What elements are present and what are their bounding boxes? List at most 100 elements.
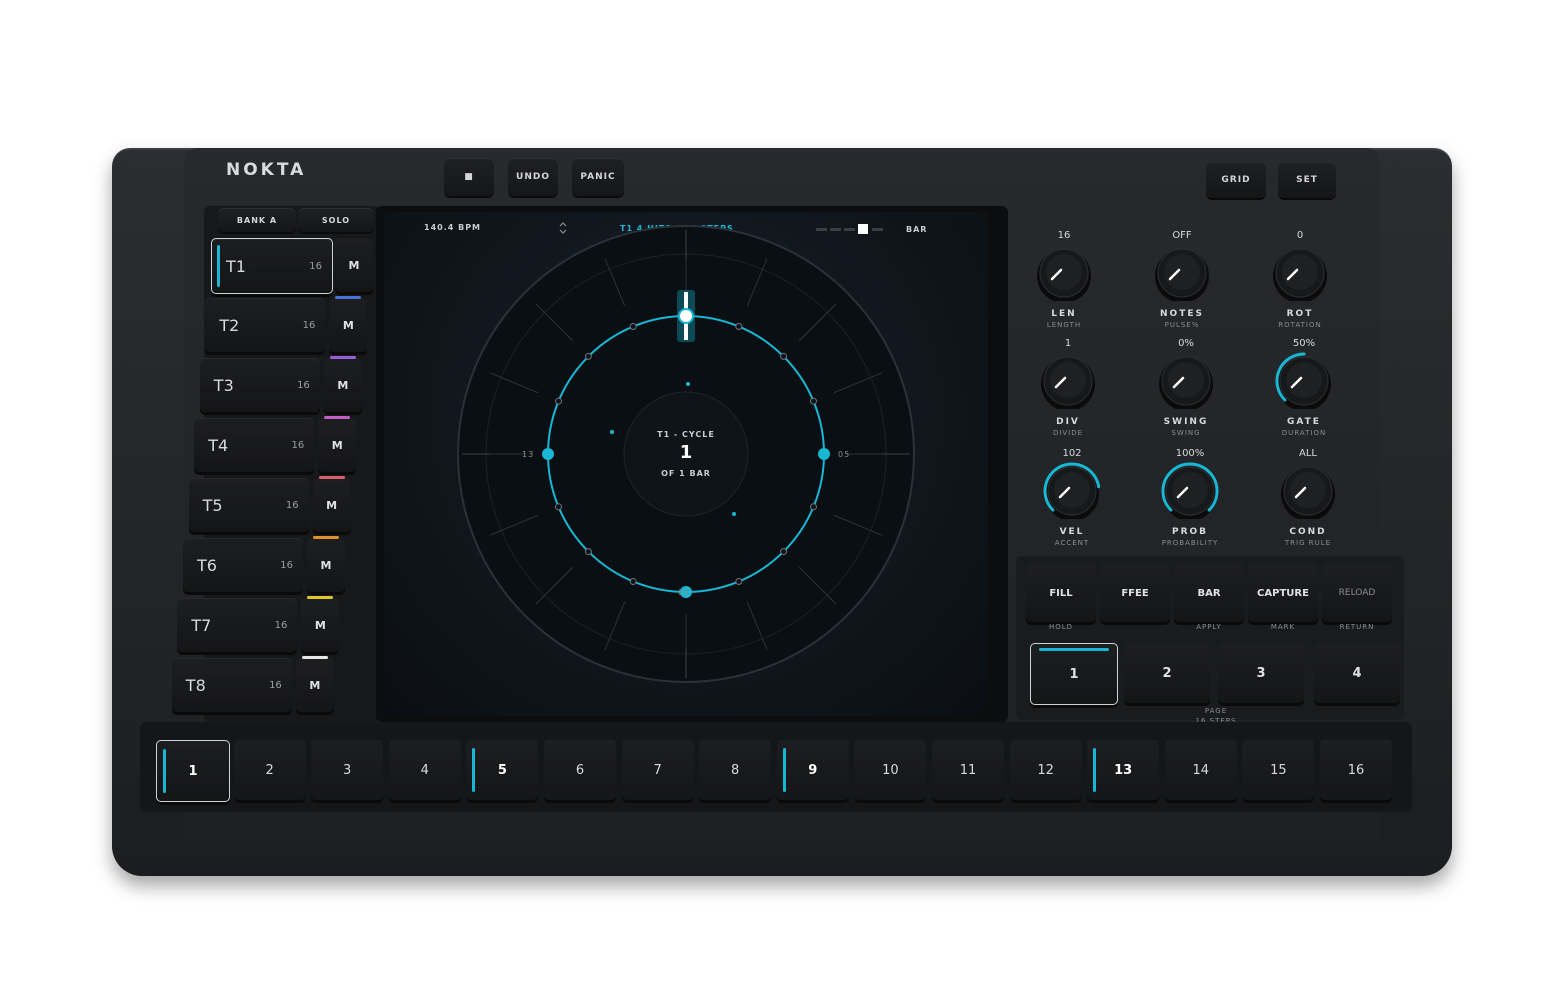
track-label: T5 [202,496,223,515]
step-button-6[interactable]: 6 [544,740,616,800]
step-button-11[interactable]: 11 [932,740,1004,800]
panic-button[interactable]: PANIC [572,158,624,196]
step-active-indicator [163,749,166,793]
stop-button[interactable]: ■ [444,158,494,196]
knob-value: 102 [1062,448,1082,459]
knob-name: NOTES [1160,309,1204,319]
mute-button-7[interactable]: M [301,596,340,652]
mute-button-4[interactable]: M [318,416,357,472]
track-button-8[interactable]: T8 16 [171,658,292,712]
step-button-9[interactable]: 9 [776,740,849,800]
page-button-3[interactable]: 3 [1218,643,1304,703]
action-capture-button[interactable]: CAPTURE [1248,564,1318,622]
knob-len[interactable]: 16 LEN LENGTH [1024,230,1104,340]
knob-name: SWING [1163,417,1209,427]
step-button-10[interactable]: 10 [854,740,927,800]
knob-dial[interactable] [1272,351,1336,409]
mute-button-1[interactable]: M [335,238,373,292]
knob-dial[interactable] [1040,461,1104,519]
knob-cond[interactable]: ALL COND TRIG RULE [1268,448,1348,558]
track-color-strip [301,656,328,659]
step-button-4[interactable]: 4 [388,740,461,800]
knob-value: 100% [1175,448,1205,459]
knob-notes[interactable]: OFF NOTES PULSE% [1142,230,1222,340]
marker-13: 13 [522,450,535,459]
track-step-count: 16 [269,680,282,691]
knob-sub-label: SWING [1171,429,1201,437]
mute-button-8[interactable]: M [295,656,334,712]
action-sub-label: RETURN [1339,623,1375,631]
knob-dial[interactable] [1158,461,1222,519]
knob-dial[interactable] [1268,243,1332,301]
track-button-6[interactable]: T6 16 [183,538,303,592]
step-dot-11 [584,548,592,556]
step-number: 2 [265,762,274,778]
knob-dial[interactable] [1150,243,1214,301]
mute-button-2[interactable]: M [329,296,368,352]
step-button-3[interactable]: 3 [311,740,384,800]
track-button-1[interactable]: T1 16 [211,238,333,294]
knob-cap [1168,362,1204,398]
mute-button-3[interactable]: M [323,356,362,412]
undo-button[interactable]: UNDO [508,158,558,196]
set-button[interactable]: SET [1278,162,1336,198]
knob-name: LEN [1051,309,1077,319]
track-step-count: 16 [285,500,299,511]
step-number: 6 [575,762,585,778]
track-button-7[interactable]: T7 16 [177,598,298,652]
page-button-2[interactable]: 2 [1124,643,1210,703]
action-fill-button[interactable]: FILL [1026,564,1096,622]
step-button-2[interactable]: 2 [233,740,306,800]
knob-dial[interactable] [1036,351,1100,409]
step-button-14[interactable]: 14 [1164,740,1237,800]
solo-button[interactable]: SOLO [298,208,374,232]
step-button-13[interactable]: 13 [1087,740,1160,800]
knob-dial[interactable] [1276,461,1340,519]
knob-vel[interactable]: 102 VEL ACCENT [1032,448,1112,558]
step-button-12[interactable]: 12 [1009,740,1082,800]
track-button-5[interactable]: T5 16 [188,478,309,532]
knob-prob[interactable]: 100% PROB PROBABILITY [1150,448,1230,558]
step-button-1[interactable]: 1 [156,740,230,802]
bank-button[interactable]: BANK A [218,208,296,232]
knob-cap [1164,254,1200,290]
action-bar-button[interactable]: BAR [1174,564,1244,622]
page-number: 2 [1162,665,1172,681]
track-button-4[interactable]: T4 16 [194,418,315,472]
track-color-strip [307,596,334,599]
grid-button[interactable]: GRID [1206,162,1266,198]
orbit-dot [686,382,690,386]
step-button-15[interactable]: 15 [1242,740,1315,800]
knob-gate[interactable]: 50% GATE DURATION [1264,338,1344,448]
mute-button-6[interactable]: M [307,536,345,592]
step-dot-16 [629,323,637,331]
hit-dot-5 [818,448,830,460]
brand-logo: NOKTA [226,160,307,180]
track-color-strip [335,296,362,299]
track-step-count: 16 [302,320,316,331]
knob-dial[interactable] [1154,351,1218,409]
step-button-5[interactable]: 5 [466,740,539,800]
step-dot-15 [584,352,592,360]
cycle-number: 1 [679,442,693,463]
page-button-1[interactable]: 1 [1030,643,1118,705]
knob-dial[interactable] [1032,243,1096,301]
step-button-7[interactable]: 7 [621,740,694,800]
action-sub-label: HOLD [1048,623,1074,631]
knob-value: 1 [1064,338,1072,349]
knob-div[interactable]: 1 DIV DIVIDE [1028,338,1108,448]
page-button-4[interactable]: 4 [1314,643,1400,703]
track-button-2[interactable]: T2 16 [205,298,326,352]
action-reload-button[interactable]: RELOAD [1322,564,1392,622]
mute-button-5[interactable]: M [312,476,351,532]
track-step-count: 16 [274,620,288,631]
step-button-16[interactable]: 16 [1320,740,1392,800]
knob-swing[interactable]: 0% SWING SWING [1146,338,1226,448]
step-number: 4 [420,762,429,778]
track-button-3[interactable]: T3 16 [199,358,320,412]
action-ffee-button[interactable]: FFEE [1100,564,1170,622]
step-button-8[interactable]: 8 [699,740,772,800]
knob-rot[interactable]: 0 ROT ROTATION [1260,230,1340,340]
cycle-visualizer [457,225,915,683]
step-active-indicator [1093,748,1097,792]
